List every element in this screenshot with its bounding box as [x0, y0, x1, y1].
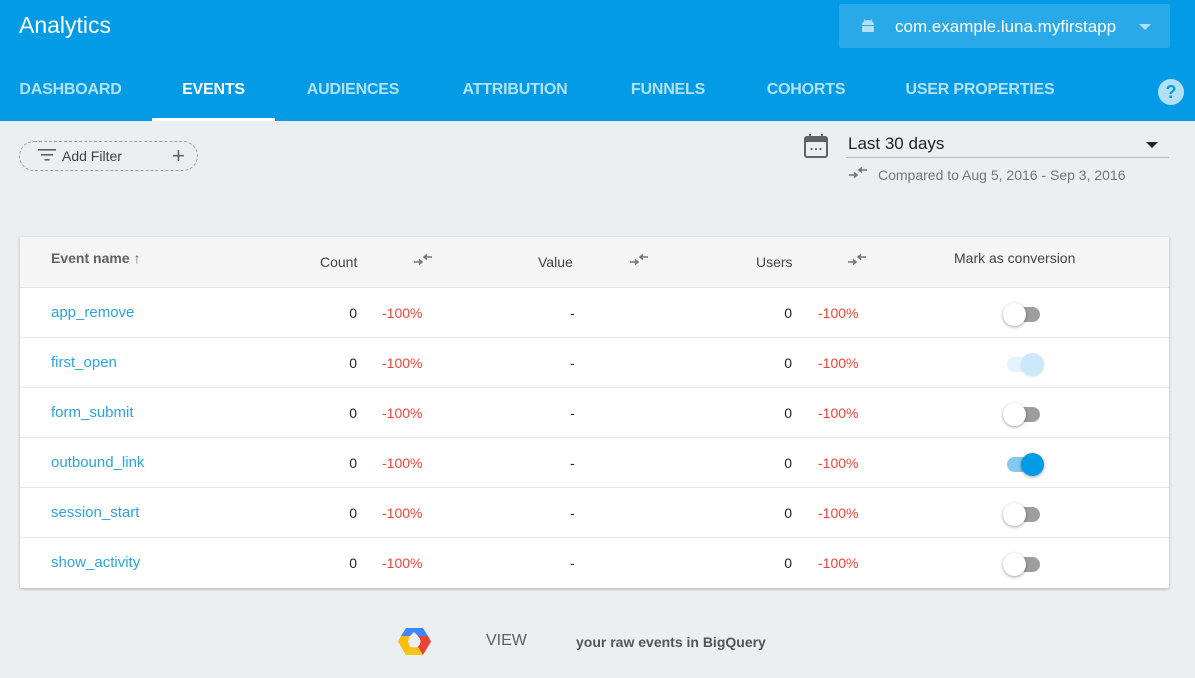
- conversion-toggle[interactable]: [1003, 553, 1043, 576]
- compare-arrows-icon: [849, 166, 867, 179]
- table-row: session_start 0 -100% - 0 -100%: [20, 488, 1169, 538]
- count-value: 0: [349, 505, 357, 521]
- users-value: 0: [784, 355, 792, 371]
- count-value: 0: [349, 405, 357, 421]
- value-cell: -: [570, 555, 575, 571]
- users-value: 0: [784, 555, 792, 571]
- compare-arrows-icon: [414, 253, 432, 266]
- count-change: -100%: [382, 355, 423, 371]
- bigquery-logo-icon: [398, 628, 431, 655]
- dropdown-caret-icon: [1146, 142, 1158, 148]
- count-change: -100%: [382, 405, 423, 421]
- table-row: first_open 0 -100% - 0 -100%: [20, 338, 1169, 388]
- table-row: show_activity 0 -100% - 0 -100%: [20, 538, 1169, 588]
- add-filter-label: Add Filter: [62, 148, 122, 164]
- count-change: -100%: [382, 555, 423, 571]
- plus-icon: +: [172, 143, 185, 168]
- conversion-toggle[interactable]: [1003, 453, 1044, 476]
- users-value: 0: [784, 405, 792, 421]
- conversion-toggle[interactable]: [1003, 353, 1044, 376]
- event-name-link[interactable]: form_submit: [51, 404, 134, 421]
- conversion-toggle[interactable]: [1003, 403, 1043, 426]
- selected-app-label: com.example.luna.myfirstapp: [895, 17, 1117, 36]
- events-table: Event name ↑ Count Value Users Mark as c…: [20, 237, 1169, 588]
- table-row: app_remove 0 -100% - 0 -100%: [20, 288, 1169, 338]
- count-value: 0: [349, 555, 357, 571]
- value-cell: -: [570, 355, 575, 371]
- app-title: Analytics: [19, 12, 112, 38]
- header-users[interactable]: Users: [756, 254, 793, 270]
- value-cell: -: [570, 505, 575, 521]
- tab-events[interactable]: EVENTS: [152, 70, 275, 121]
- count-value: 0: [349, 305, 357, 321]
- compare-arrows-icon: [630, 253, 648, 266]
- android-icon: [862, 19, 874, 32]
- tab-funnels[interactable]: FUNNELS: [614, 70, 722, 121]
- tab-attribution[interactable]: ATTRIBUTION: [448, 70, 582, 121]
- header-mark-as-conversion: Mark as conversion: [954, 250, 1076, 266]
- users-change: -100%: [818, 505, 859, 521]
- table-row: outbound_link 0 -100% - 0 -100%: [20, 438, 1169, 488]
- app-selector[interactable]: com.example.luna.myfirstapp: [839, 4, 1170, 48]
- compare-arrows-icon: [848, 253, 866, 266]
- event-name-link[interactable]: session_start: [51, 504, 139, 521]
- help-icon[interactable]: ?: [1158, 79, 1184, 105]
- users-change: -100%: [818, 305, 859, 321]
- value-cell: -: [570, 405, 575, 421]
- count-change: -100%: [382, 505, 423, 521]
- users-change: -100%: [818, 555, 859, 571]
- users-value: 0: [784, 455, 792, 471]
- compared-to-text: Compared to Aug 5, 2016 - Sep 3, 2016: [878, 167, 1126, 183]
- event-name-link[interactable]: app_remove: [51, 304, 134, 321]
- header-event-name[interactable]: Event name ↑: [51, 250, 140, 266]
- event-name-link[interactable]: show_activity: [51, 554, 140, 571]
- tab-audiences[interactable]: AUDIENCES: [289, 70, 417, 121]
- date-range-label: Last 30 days: [848, 134, 945, 153]
- header-value[interactable]: Value: [538, 254, 573, 270]
- count-value: 0: [349, 355, 357, 371]
- filter-icon: [38, 149, 56, 161]
- app-bar: Analytics com.example.luna.myfirstapp DA…: [0, 0, 1195, 121]
- users-value: 0: [784, 305, 792, 321]
- conversion-toggle[interactable]: [1003, 303, 1043, 326]
- value-cell: -: [570, 455, 575, 471]
- count-change: -100%: [382, 305, 423, 321]
- event-name-link[interactable]: first_open: [51, 354, 117, 371]
- users-change: -100%: [818, 355, 859, 371]
- date-range-select[interactable]: Last 30 days: [846, 133, 1169, 158]
- view-bigquery-link[interactable]: VIEW: [486, 632, 527, 650]
- users-change: -100%: [818, 455, 859, 471]
- nav-tabs: DASHBOARD EVENTS AUDIENCES ATTRIBUTION F…: [0, 70, 1195, 121]
- table-header: Event name ↑ Count Value Users Mark as c…: [20, 237, 1169, 288]
- users-change: -100%: [818, 405, 859, 421]
- bigquery-description: your raw events in BigQuery: [576, 634, 766, 650]
- conversion-toggle[interactable]: [1003, 503, 1043, 526]
- tab-cohorts[interactable]: COHORTS: [750, 70, 862, 121]
- users-value: 0: [784, 505, 792, 521]
- tab-user-properties[interactable]: USER PROPERTIES: [890, 70, 1070, 121]
- header-count[interactable]: Count: [320, 254, 357, 270]
- value-cell: -: [570, 305, 575, 321]
- tab-dashboard[interactable]: DASHBOARD: [0, 70, 141, 121]
- event-name-link[interactable]: outbound_link: [51, 454, 144, 471]
- add-filter-button[interactable]: Add Filter +: [19, 141, 198, 171]
- chevron-down-icon: [1139, 24, 1151, 30]
- count-value: 0: [349, 455, 357, 471]
- table-row: form_submit 0 -100% - 0 -100%: [20, 388, 1169, 438]
- calendar-icon: [804, 134, 828, 158]
- count-change: -100%: [382, 455, 423, 471]
